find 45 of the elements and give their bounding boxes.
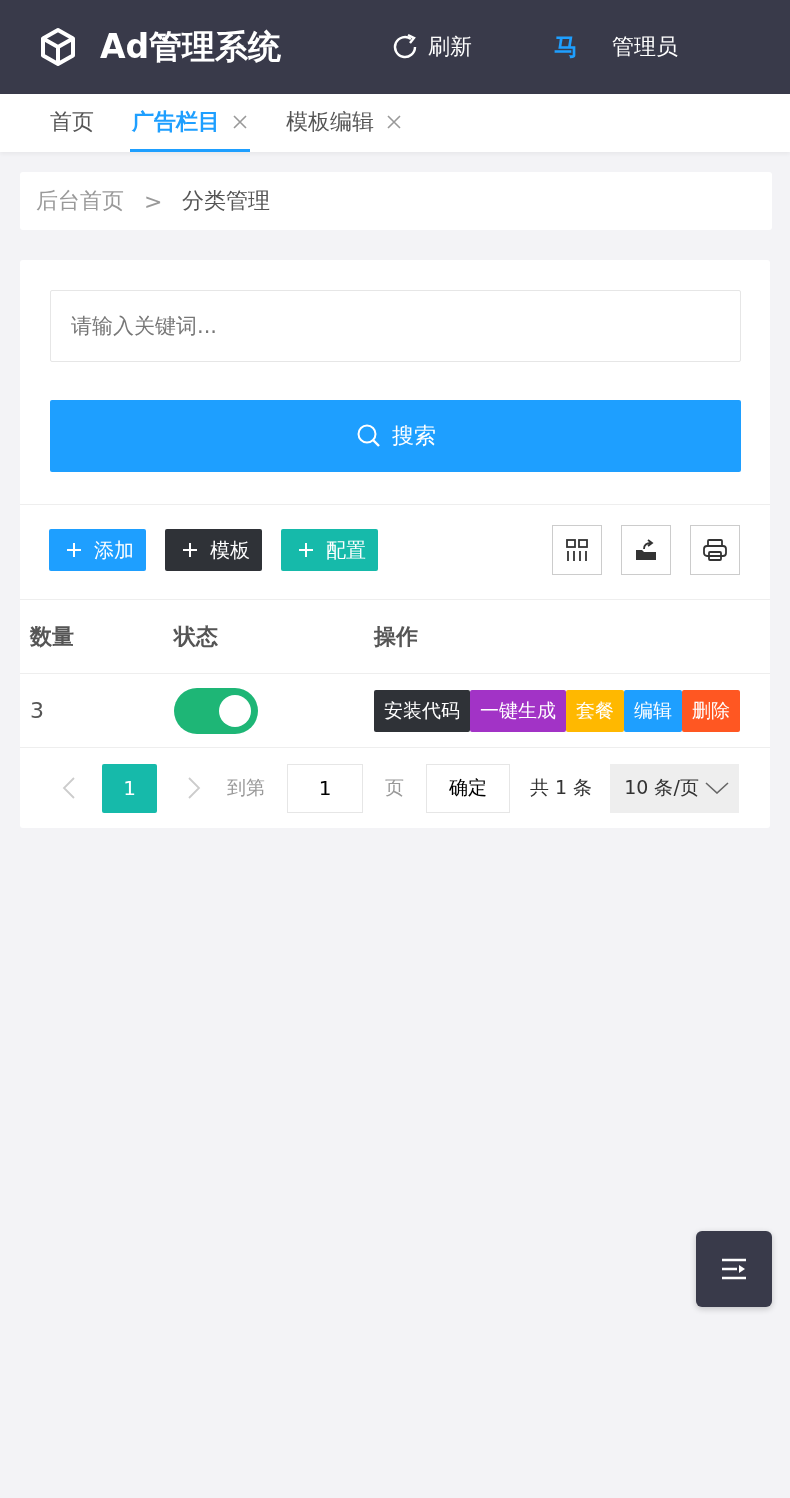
plus-icon	[66, 542, 82, 558]
page-size-select[interactable]: 10 条/页	[610, 763, 739, 813]
action-button[interactable]: 一键生成	[470, 689, 566, 732]
tab[interactable]: 首页	[30, 94, 114, 152]
breadcrumb-link[interactable]: 后台首页	[36, 186, 124, 216]
toolbar-button[interactable]: 添加	[49, 529, 146, 571]
total-count: 共 1 条	[530, 775, 593, 800]
refresh-button[interactable]: 刷新	[390, 32, 472, 62]
page-unit: 页	[385, 775, 404, 800]
close-icon[interactable]	[386, 113, 402, 130]
table-cell-text: 3	[29, 698, 45, 723]
user-avatar[interactable]: 马	[554, 31, 578, 63]
goto-label: 到第	[227, 775, 265, 800]
plus-icon	[298, 542, 314, 558]
menu-icon	[721, 1258, 747, 1280]
breadcrumb-separator: >	[144, 188, 163, 214]
confirm-button[interactable]: 确定	[426, 763, 510, 813]
app-title: Ad管理系统	[100, 25, 283, 68]
action-button[interactable]: 安装代码	[374, 689, 470, 732]
toolbar-button[interactable]: 模板	[165, 529, 262, 571]
cube-icon	[38, 27, 78, 67]
plus-icon	[182, 542, 198, 558]
action-button[interactable]: 删除	[682, 689, 740, 732]
action-button[interactable]: 编辑	[624, 689, 682, 732]
columns-button[interactable]	[552, 525, 602, 575]
export-button[interactable]	[621, 525, 671, 575]
chevron-down-icon	[704, 782, 729, 794]
search-button[interactable]: 搜索	[50, 400, 741, 472]
tab[interactable]: 广告栏目	[130, 94, 250, 152]
grid-icon	[565, 538, 589, 562]
menu-button[interactable]	[696, 1231, 772, 1307]
column-header: 操作	[374, 622, 419, 651]
export-icon	[634, 538, 658, 562]
print-button[interactable]	[690, 525, 740, 575]
print-icon	[702, 538, 728, 562]
close-icon[interactable]	[232, 113, 248, 130]
tab[interactable]: 模板编辑	[266, 94, 422, 152]
search-field[interactable]: 请输入关键词...	[50, 290, 741, 362]
column-header: 数量	[28, 622, 75, 651]
user-name[interactable]: 管理员	[612, 32, 678, 62]
search-icon	[355, 423, 382, 449]
breadcrumb-link[interactable]: 分类管理	[182, 186, 271, 216]
page-input[interactable]: 1	[287, 763, 363, 813]
column-header: 状态	[174, 622, 219, 651]
status-toggle[interactable]	[174, 687, 258, 734]
